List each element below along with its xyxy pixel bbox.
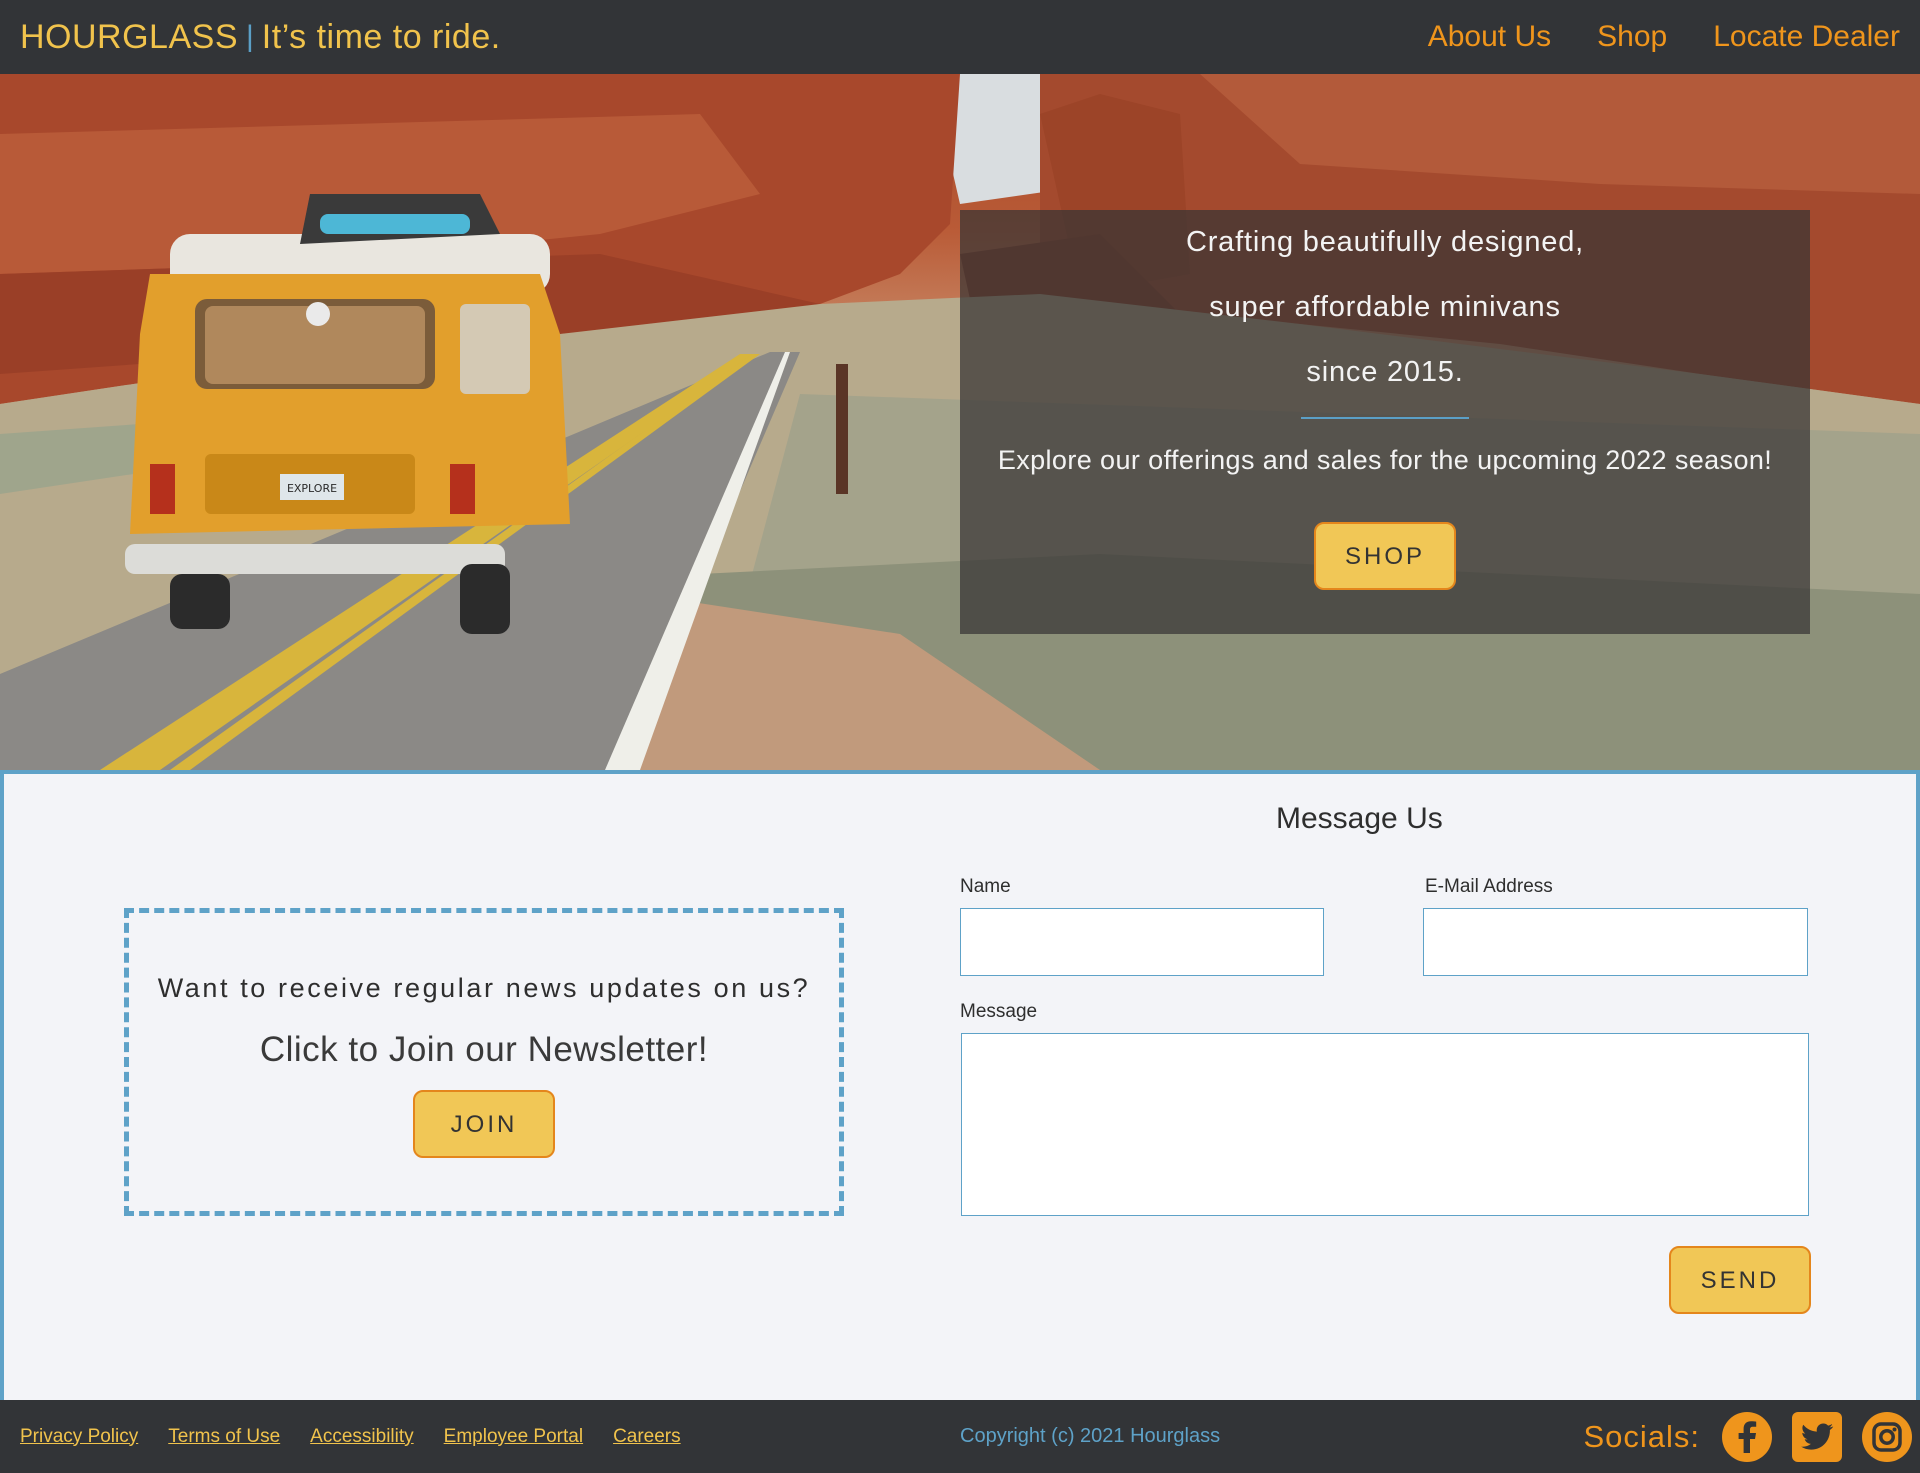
footer-link-careers[interactable]: Careers <box>613 1426 681 1448</box>
socials-label: Socials: <box>1583 1418 1700 1454</box>
hero-line-3: since 2015. <box>1306 356 1464 388</box>
facebook-icon[interactable] <box>1722 1411 1772 1462</box>
main-nav: About Us Shop Locate Dealer <box>1428 20 1900 54</box>
copyright-text: Copyright (c) 2021 Hourglass <box>960 1425 1221 1447</box>
hero-headline: Crafting beautifully designed, super aff… <box>960 210 1810 405</box>
brand[interactable]: HOURGLASS | It’s time to ride. <box>20 18 501 57</box>
socials: Socials: <box>1583 1400 1912 1473</box>
send-button[interactable]: SEND <box>1669 1246 1811 1314</box>
brand-separator: | <box>246 20 254 53</box>
main-section: Want to receive regular news updates on … <box>0 770 1920 1400</box>
nav-shop[interactable]: Shop <box>1597 20 1667 54</box>
hero-line-1: Crafting beautifully designed, <box>1185 226 1584 258</box>
message-label: Message <box>960 1001 1038 1022</box>
footer-link-employee-portal[interactable]: Employee Portal <box>444 1426 583 1448</box>
form-title: Message Us <box>1276 802 1443 835</box>
nav-locate-dealer[interactable]: Locate Dealer <box>1713 20 1900 54</box>
message-textarea[interactable] <box>961 1033 1809 1216</box>
brand-name: HOURGLASS <box>20 17 238 56</box>
name-input[interactable] <box>960 908 1324 976</box>
shop-button[interactable]: SHOP <box>1314 522 1456 590</box>
instagram-icon[interactable] <box>1862 1411 1912 1462</box>
email-input[interactable] <box>1423 908 1808 976</box>
join-button[interactable]: JOIN <box>413 1090 555 1158</box>
footer-link-accessibility[interactable]: Accessibility <box>310 1426 413 1448</box>
site-header: HOURGLASS | It’s time to ride. About Us … <box>0 0 1920 74</box>
newsletter-cta: Click to Join our Newsletter! <box>259 1030 709 1069</box>
twitter-icon[interactable] <box>1792 1411 1842 1462</box>
footer-link-terms-of-use[interactable]: Terms of Use <box>168 1426 280 1448</box>
hero-line-2: super affordable minivans <box>1209 291 1561 323</box>
footer-link-privacy-policy[interactable]: Privacy Policy <box>20 1426 138 1448</box>
hero-panel: Crafting beautifully designed, super aff… <box>960 210 1810 634</box>
name-label: Name <box>960 876 1011 897</box>
hero-divider <box>1301 417 1469 419</box>
newsletter-question: Want to receive regular news updates on … <box>157 973 811 1003</box>
site-footer: Privacy Policy Terms of Use Accessibilit… <box>0 1400 1920 1473</box>
nav-about-us[interactable]: About Us <box>1428 20 1551 54</box>
hero-banner: EXPLORE Crafting beautifully designed, s… <box>0 74 1920 770</box>
hero-subtext: Explore our offerings and sales for the … <box>997 445 1773 475</box>
email-label: E-Mail Address <box>1425 876 1553 897</box>
van-illustration: EXPLORE <box>125 194 570 634</box>
brand-tagline: It’s time to ride. <box>261 17 501 56</box>
newsletter-box: Want to receive regular news updates on … <box>124 908 844 1216</box>
footer-links: Privacy Policy Terms of Use Accessibilit… <box>20 1426 681 1448</box>
svg-text:EXPLORE: EXPLORE <box>287 482 337 495</box>
